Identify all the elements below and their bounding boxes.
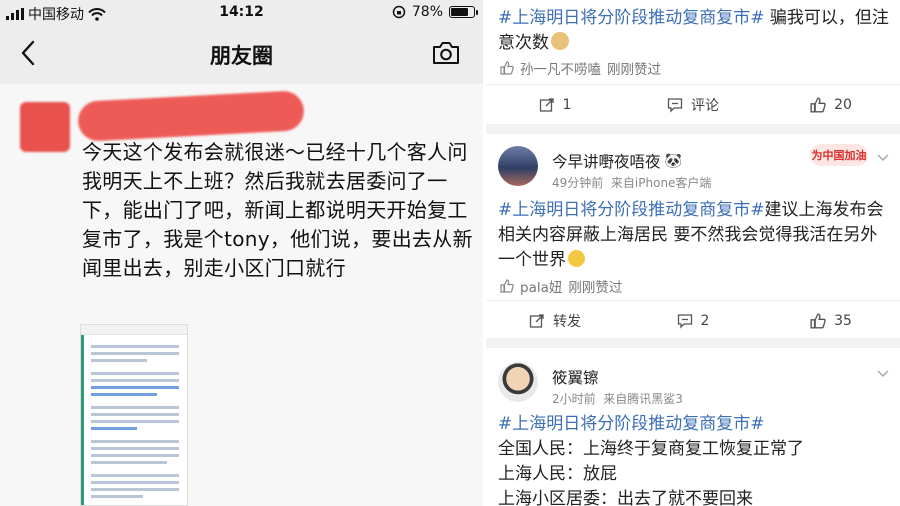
post-time: 49分钟前 (552, 176, 604, 190)
thumb-up-icon (500, 61, 514, 75)
username[interactable]: 筱翼镲 (552, 366, 599, 388)
battery-percent: 78% (411, 4, 443, 20)
smile-emoji-icon (568, 250, 585, 267)
moments-post: 今天这个发布会就很迷～已经十几个客人问我明天上不上班？然后我就去居委问了一下，能… (0, 84, 483, 506)
nav-bar: 朋友圈 (0, 26, 483, 84)
status-bar: 中国移动 14:12 78% (0, 0, 483, 26)
post-time: 2小时前 (552, 392, 596, 406)
avatar-redacted (20, 102, 70, 152)
repost-icon (539, 97, 554, 112)
repost-button[interactable]: 1 (486, 85, 624, 124)
comment-button[interactable]: 评论 (624, 85, 762, 124)
liked-by-row: pala妞 刚刚赞过 (500, 276, 622, 296)
post-line: 上海小区居委：出去了就不要回来 (498, 489, 753, 506)
camera-icon[interactable] (431, 40, 461, 66)
battery-icon (449, 6, 478, 18)
post-line: 全国人民：上海终于复商复工恢复正常了 (498, 439, 804, 459)
weibo-comments-screenshot: #上海明日将分阶段推动复商复市# 骗我可以，但注意次数 孙一凡不唠嗑 刚刚赞过 … (486, 0, 900, 506)
chevron-down-icon[interactable] (876, 150, 890, 164)
support-badge: 为中国加油 (810, 144, 868, 166)
post-text: 今天这个发布会就很迷～已经十几个客人问我明天上不上班？然后我就去居委问了一下，能… (82, 140, 473, 280)
liked-by-row: 孙一凡不唠嗑 刚刚赞过 (500, 58, 661, 78)
comment-icon (677, 313, 692, 329)
action-bar: 1 评论 20 (486, 84, 900, 124)
weibo-post-3: 筱翼镲 2小时前 来自腾讯黑鲨3 #上海明日将分阶段推动复商复市# 全国人民：上… (486, 348, 900, 506)
liked-by-user[interactable]: pala妞 (520, 276, 562, 296)
hashtag-link[interactable]: #上海明日将分阶段推动复商复市# (498, 200, 765, 220)
page-title: 朋友圈 (210, 44, 273, 68)
wechat-moments-screenshot: 中国移动 14:12 78% 朋友圈 今天这个发布会就很迷～已经十几个客人问我明… (0, 0, 483, 506)
liked-time: 刚刚赞过 (607, 62, 661, 78)
chevron-down-icon[interactable] (876, 366, 890, 380)
post-source: 来自iPhone客户端 (610, 176, 712, 190)
avatar[interactable] (498, 362, 538, 402)
username[interactable]: 今早讲嘢夜唔夜 (552, 150, 661, 172)
like-button[interactable]: 20 (762, 85, 900, 124)
liked-time: 刚刚赞过 (568, 280, 623, 296)
thumb-up-icon (810, 96, 826, 113)
like-button[interactable]: 35 (762, 301, 900, 340)
dog-emoji-icon (551, 32, 569, 50)
post-text: #上海明日将分阶段推动复商复市#建议上海发布会相关内容屏蔽上海居民 要不然我会觉… (498, 200, 884, 270)
hashtag-link[interactable]: #上海明日将分阶段推动复商复市# (498, 412, 890, 437)
post-line: 上海人民：放屁 (498, 464, 617, 484)
panda-emoji-icon: 🐼 (664, 153, 682, 169)
orientation-lock-icon (392, 5, 406, 19)
post-source: 来自腾讯黑鲨3 (603, 392, 683, 406)
post-text: #上海明日将分阶段推动复商复市# 骗我可以，但注意次数 (498, 8, 889, 53)
repost-button[interactable]: 转发 (486, 301, 624, 340)
comment-icon (667, 97, 683, 113)
thumb-up-icon (500, 279, 514, 293)
comment-button[interactable]: 2 (624, 301, 762, 340)
action-bar: 转发 2 35 (486, 300, 900, 340)
weibo-post-2: 今早讲嘢夜唔夜 🐼 49分钟前 来自iPhone客户端 为中国加油 #上海明日将… (486, 134, 900, 338)
thumb-up-icon (810, 312, 826, 329)
hashtag-link[interactable]: #上海明日将分阶段推动复商复市# (498, 8, 765, 28)
repost-icon (529, 313, 544, 328)
post-text: #上海明日将分阶段推动复商复市# 全国人民：上海终于复商复工恢复正常了 上海人民… (498, 412, 890, 506)
weibo-post-1: #上海明日将分阶段推动复商复市# 骗我可以，但注意次数 孙一凡不唠嗑 刚刚赞过 … (486, 0, 900, 124)
attached-screenshot-thumbnail[interactable] (80, 324, 188, 506)
liked-by-user[interactable]: 孙一凡不唠嗑 (520, 58, 601, 78)
avatar[interactable] (498, 146, 538, 186)
username-redacted (77, 90, 305, 142)
